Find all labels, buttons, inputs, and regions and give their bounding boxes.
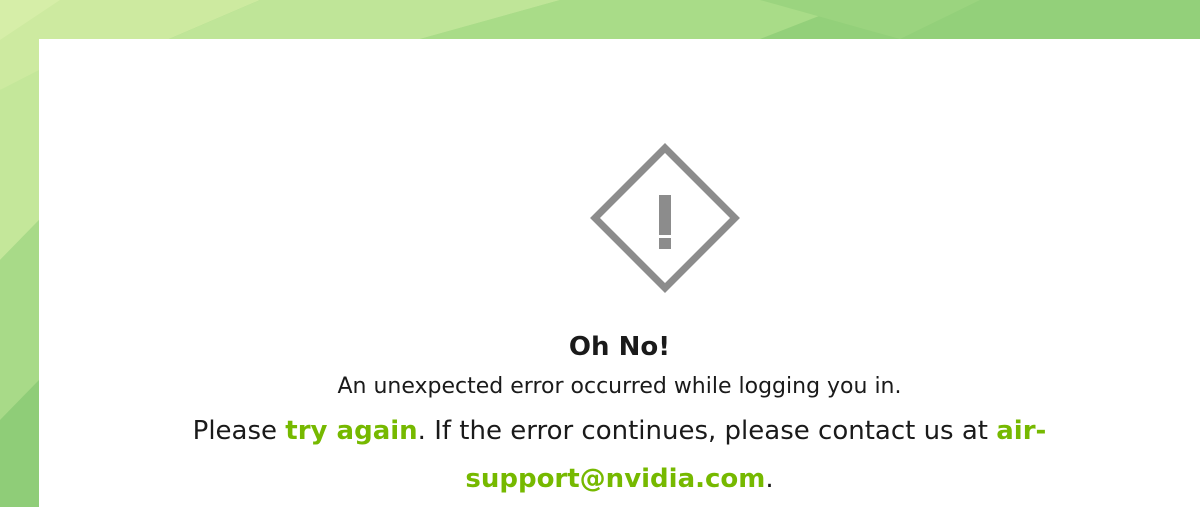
error-message: An unexpected error occurred while loggi… xyxy=(337,374,902,399)
error-card: Oh No! An unexpected error occurred whil… xyxy=(39,39,1200,507)
help-middle: . If the error continues, please contact… xyxy=(417,416,997,446)
help-suffix: . xyxy=(765,464,774,494)
help-prefix: Please xyxy=(192,416,286,446)
help-text: Please try again. If the error continues… xyxy=(149,407,1090,503)
warning-diamond-icon xyxy=(590,143,740,293)
error-title: Oh No! xyxy=(568,332,671,362)
try-again-link[interactable]: try again xyxy=(285,416,417,446)
